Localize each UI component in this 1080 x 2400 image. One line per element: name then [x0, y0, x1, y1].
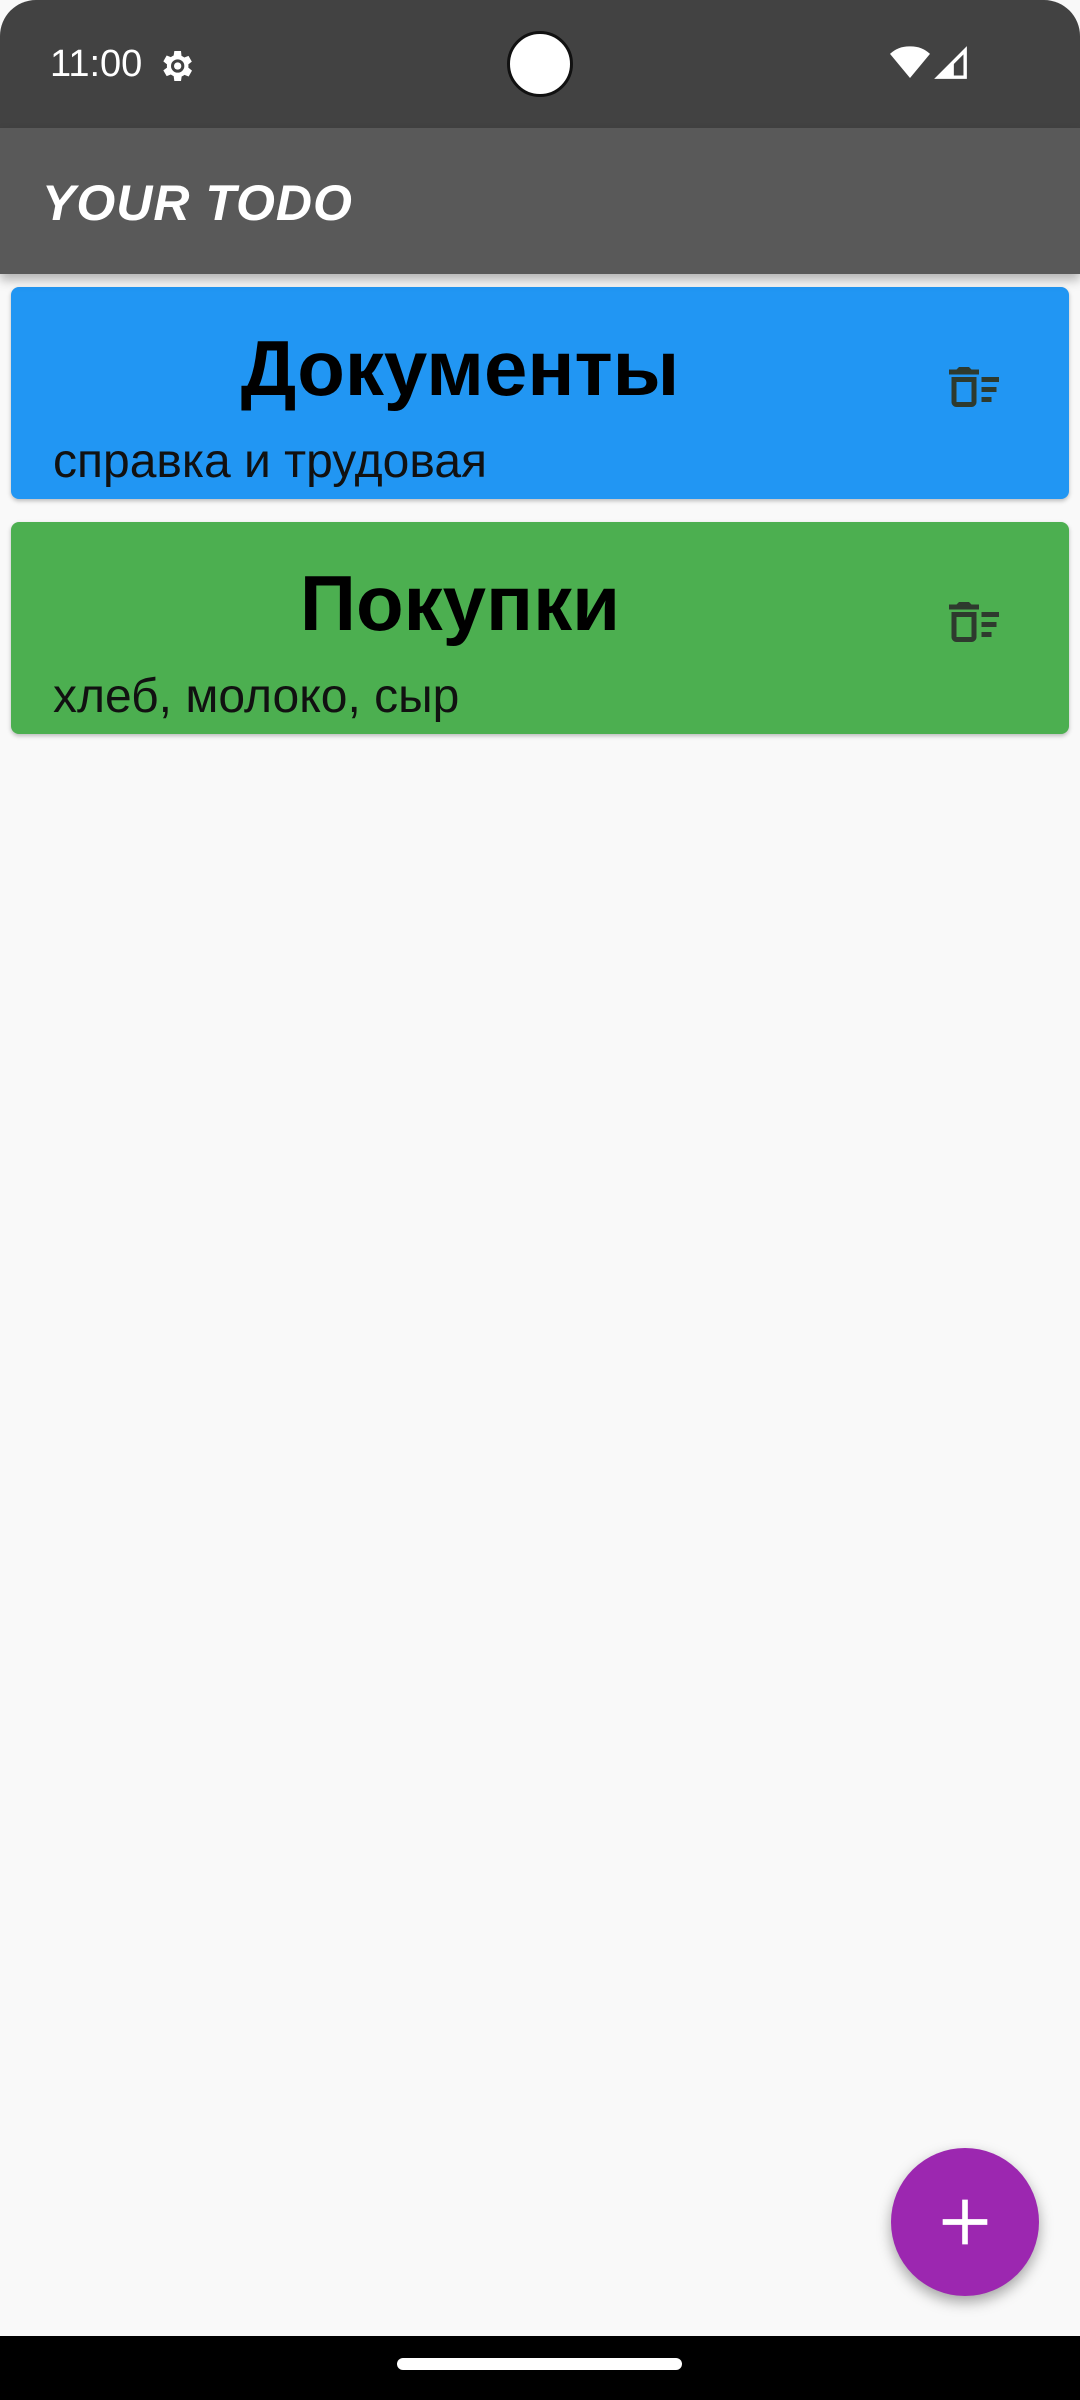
status-time: 11:00: [50, 43, 143, 85]
app-bar: YOUR TODO: [0, 128, 1080, 274]
camera-cutout: [507, 31, 573, 97]
todo-description: хлеб, молоко, сыр: [53, 670, 460, 723]
status-bar: 11:00: [0, 0, 1080, 128]
todo-title: Документы: [240, 324, 680, 412]
plus-icon: [942, 2199, 988, 2245]
todo-title: Покупки: [299, 559, 621, 647]
app-title: YOUR TODO: [42, 175, 353, 231]
screen: 11:00 YOUR TODO Документы справка и труд…: [0, 0, 1080, 2400]
wifi-icon: [890, 46, 930, 78]
delete-todo-button[interactable]: [926, 339, 1022, 435]
todo-card[interactable]: Покупки хлеб, молоко, сыр: [11, 522, 1069, 734]
navigation-bar: [0, 2336, 1080, 2400]
todo-card[interactable]: Документы справка и трудовая: [11, 287, 1069, 499]
cell-signal-icon: [934, 46, 967, 79]
todo-description: справка и трудовая: [53, 435, 488, 488]
delete-sweep-icon: [949, 367, 999, 407]
delete-sweep-icon: [949, 602, 999, 642]
home-gesture-handle[interactable]: [397, 2358, 682, 2370]
settings-gear-icon: [163, 51, 192, 81]
add-todo-button[interactable]: [891, 2148, 1039, 2296]
delete-todo-button[interactable]: [926, 574, 1022, 670]
